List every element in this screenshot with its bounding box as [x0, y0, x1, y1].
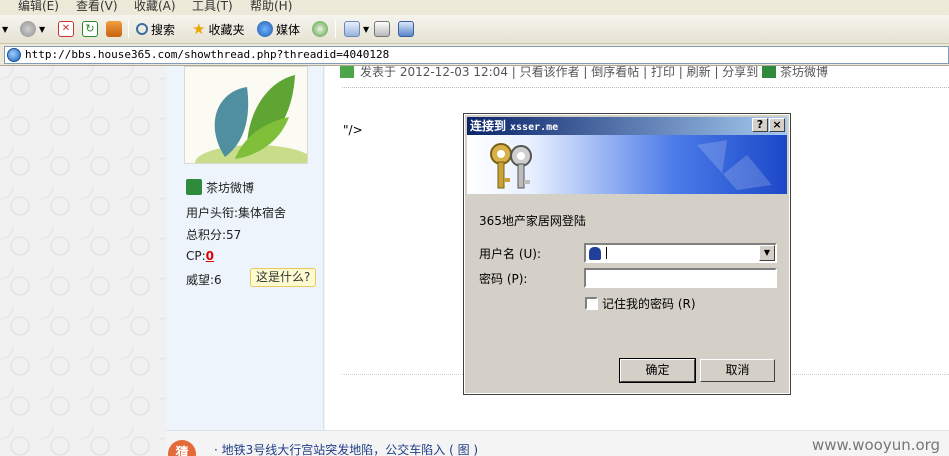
chevron-down-icon: ▼	[363, 24, 370, 34]
refresh-icon: ↻	[82, 21, 98, 37]
dialog-title: 连接到	[470, 119, 507, 133]
address-input[interactable]: http://bbs.house365.com/showthread.php?t…	[4, 46, 949, 64]
dialog-titlebar[interactable]: 连接到 xsser.me	[467, 117, 787, 135]
home-icon	[106, 21, 122, 37]
star-icon: ★	[192, 20, 206, 38]
text-caret	[606, 247, 607, 259]
weibo-label: 茶坊微博	[206, 181, 255, 195]
username-combobox[interactable]: ▼	[584, 243, 777, 263]
share-weibo-link[interactable]: 茶坊微博	[762, 66, 828, 79]
mail-button[interactable]: ▼	[344, 19, 369, 39]
decorative-mark	[697, 140, 772, 190]
http-auth-dialog: 连接到 xsser.me ? × 365地产家居网登陆 用户名 (U): ▼ 密码…	[463, 113, 791, 395]
profile-prestige: 威望:6	[186, 273, 222, 287]
print-button[interactable]	[374, 19, 390, 39]
help-button[interactable]: ?	[752, 118, 768, 132]
share-weibo-label: 茶坊微博	[779, 66, 828, 79]
auth-realm: 365地产家居网登陆	[479, 214, 586, 228]
history-icon	[312, 21, 328, 37]
favorites-button[interactable]: ★ 收藏夹	[192, 19, 244, 39]
weibo-icon	[186, 179, 202, 195]
user-icon	[589, 247, 601, 260]
dialog-banner	[467, 135, 787, 194]
close-button[interactable]: ×	[769, 118, 785, 132]
menu-help[interactable]: 帮助(H)	[250, 0, 292, 14]
remember-password-checkbox[interactable]	[585, 297, 598, 310]
user-avatar[interactable]	[184, 66, 308, 164]
cp-label: CP:	[186, 249, 206, 263]
media-icon	[257, 21, 273, 37]
favorites-label: 收藏夹	[208, 22, 245, 37]
print-icon	[374, 21, 390, 37]
ie-page-icon	[7, 48, 21, 62]
forward-button[interactable]: ▼	[20, 19, 45, 39]
post-body-text: "/>	[343, 123, 363, 137]
ok-button[interactable]: 确定	[619, 358, 696, 383]
profile-weibo-link[interactable]: 茶坊微博	[186, 179, 254, 196]
forward-icon	[20, 21, 36, 37]
search-button[interactable]: 搜索	[136, 19, 175, 39]
chevron-down-icon[interactable]: ▼	[759, 245, 775, 261]
news-headline-link[interactable]: · 地铁3号线大行宫站突发地陷，公交车陷入 ( 图 )	[214, 441, 478, 456]
media-button[interactable]: 媒体	[257, 19, 300, 39]
whats-this-tooltip-link[interactable]: 这是什么?	[250, 268, 317, 287]
leaf-logo-icon	[185, 67, 307, 163]
password-field[interactable]	[584, 268, 777, 288]
stop-icon: ✕	[58, 21, 74, 37]
dialog-host: xsser.me	[510, 122, 559, 133]
cp-value-link[interactable]: 0	[206, 249, 214, 263]
address-url: http://bbs.house365.com/showthread.php?t…	[25, 48, 390, 61]
weibo-icon	[762, 66, 777, 78]
menu-tools[interactable]: 工具(T)	[192, 0, 233, 14]
profile-cp: CP:0	[186, 249, 214, 263]
post-icon	[340, 66, 354, 78]
history-button[interactable]	[312, 19, 328, 39]
home-button[interactable]	[106, 19, 122, 39]
post-meta-text[interactable]: 发表于 2012-12-03 12:04 | 只看该作者 | 倒序看帖 | 打印…	[360, 66, 758, 79]
password-label: 密码 (P):	[479, 272, 528, 286]
username-label: 用户名 (U):	[479, 247, 542, 261]
remember-password-label[interactable]: 记住我的密码 (R)	[602, 295, 696, 312]
post-divider	[342, 87, 949, 88]
back-dropdown[interactable]: ▼	[2, 19, 8, 39]
menu-edit[interactable]: 编辑(E)	[18, 0, 59, 14]
search-label: 搜索	[151, 22, 176, 37]
refresh-button[interactable]: ↻	[82, 19, 98, 39]
page-background	[0, 66, 166, 456]
chevron-down-icon: ▼	[39, 24, 46, 34]
profile-points: 总积分:57	[186, 228, 242, 242]
media-label: 媒体	[276, 22, 301, 37]
search-icon	[136, 23, 148, 35]
toolbar: ▼ ▼ ✕ ↻ 搜索 ★ 收藏夹 媒体 ▼	[0, 15, 949, 44]
stop-button[interactable]: ✕	[58, 19, 74, 39]
menu-favorites[interactable]: 收藏(A)	[134, 0, 176, 14]
chevron-down-icon: ▼	[2, 24, 9, 34]
post-meta-bar: 发表于 2012-12-03 12:04 | 只看该作者 | 倒序看帖 | 打印…	[340, 66, 828, 80]
cancel-button[interactable]: 取消	[700, 359, 775, 382]
menu-bar: 编辑(E) 查看(V) 收藏(A) 工具(T) 帮助(H)	[0, 0, 949, 15]
mail-icon	[344, 21, 360, 37]
menu-view[interactable]: 查看(V)	[76, 0, 118, 14]
wooyun-watermark: www.wooyun.org	[812, 436, 941, 454]
profile-title: 用户头衔:集体宿舍	[186, 206, 287, 220]
address-bar: http://bbs.house365.com/showthread.php?t…	[0, 44, 949, 66]
keys-icon	[490, 143, 532, 189]
edit-button[interactable]	[398, 19, 414, 39]
edit-icon	[398, 21, 414, 37]
